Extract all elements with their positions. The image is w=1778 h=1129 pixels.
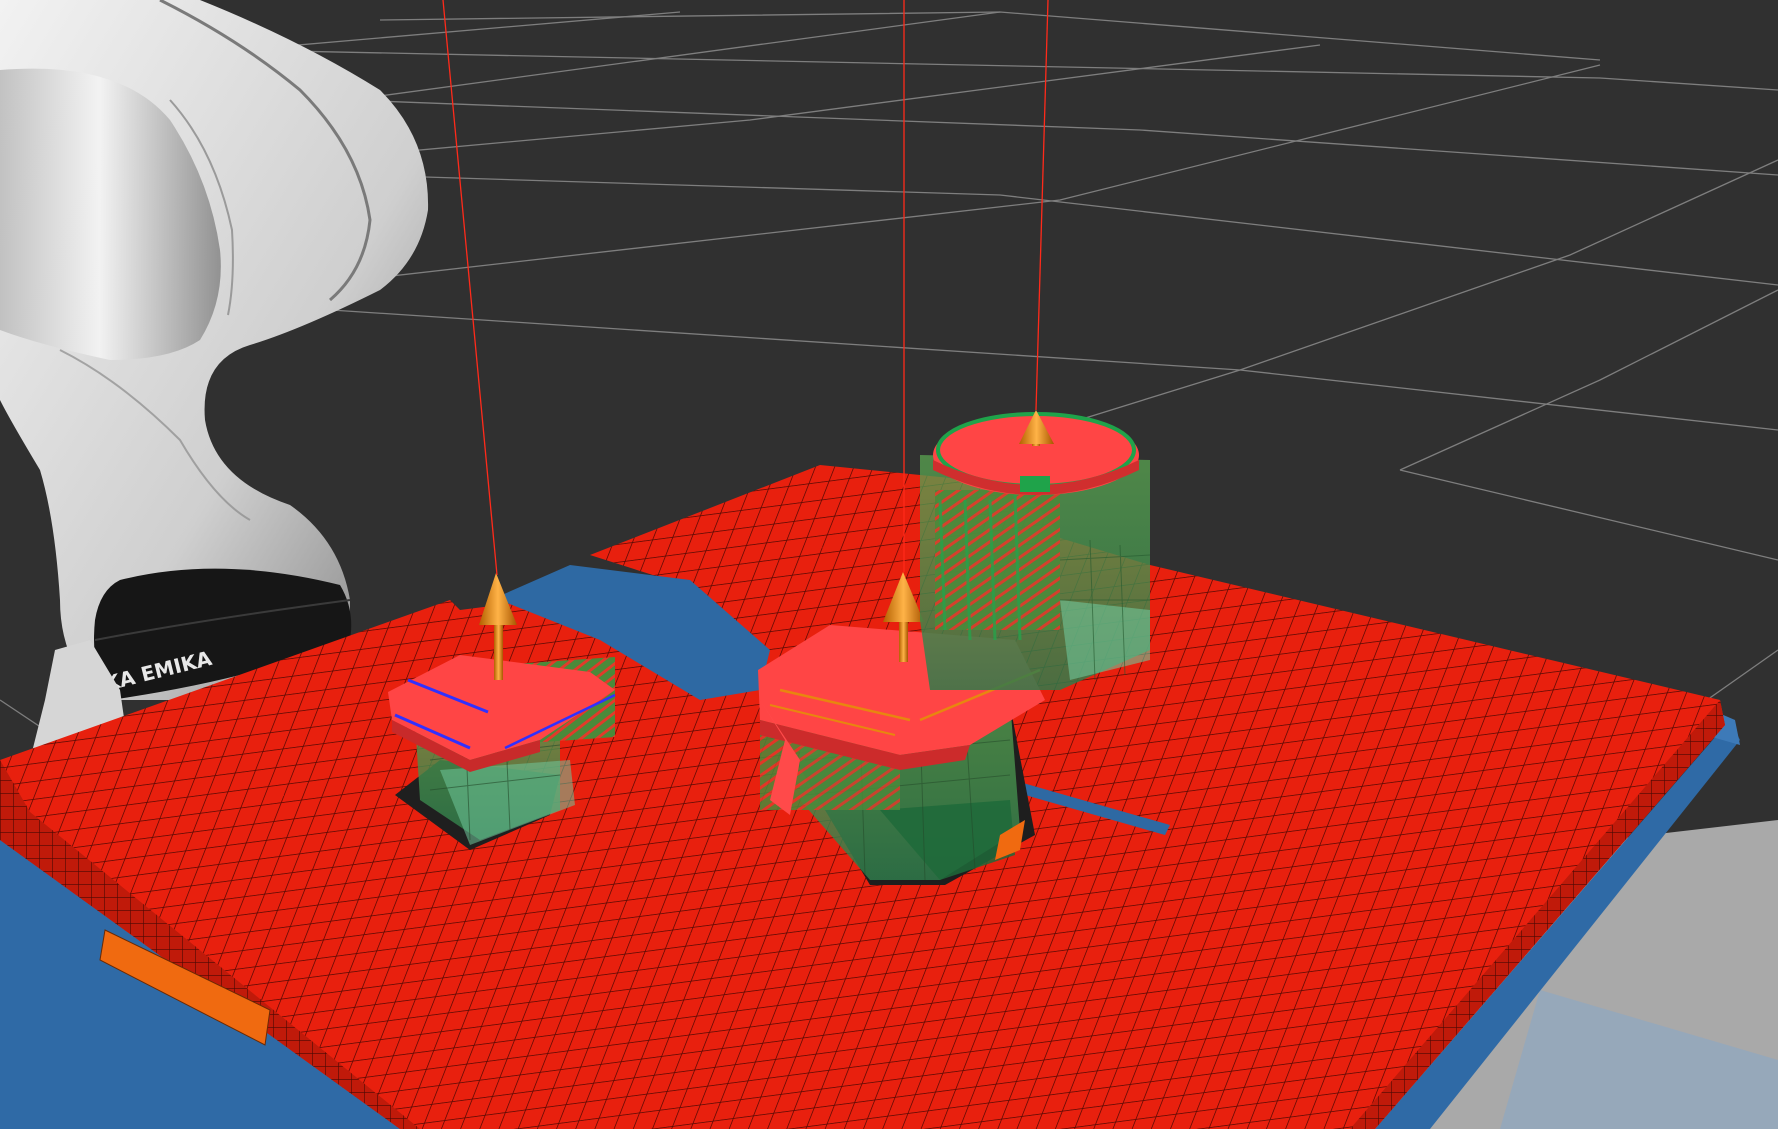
scene-render[interactable]: NKA EMIKA <box>0 0 1778 1129</box>
3d-viewport[interactable]: NKA EMIKA <box>0 0 1778 1129</box>
cylinder-grasp-marker[interactable] <box>933 410 1139 495</box>
